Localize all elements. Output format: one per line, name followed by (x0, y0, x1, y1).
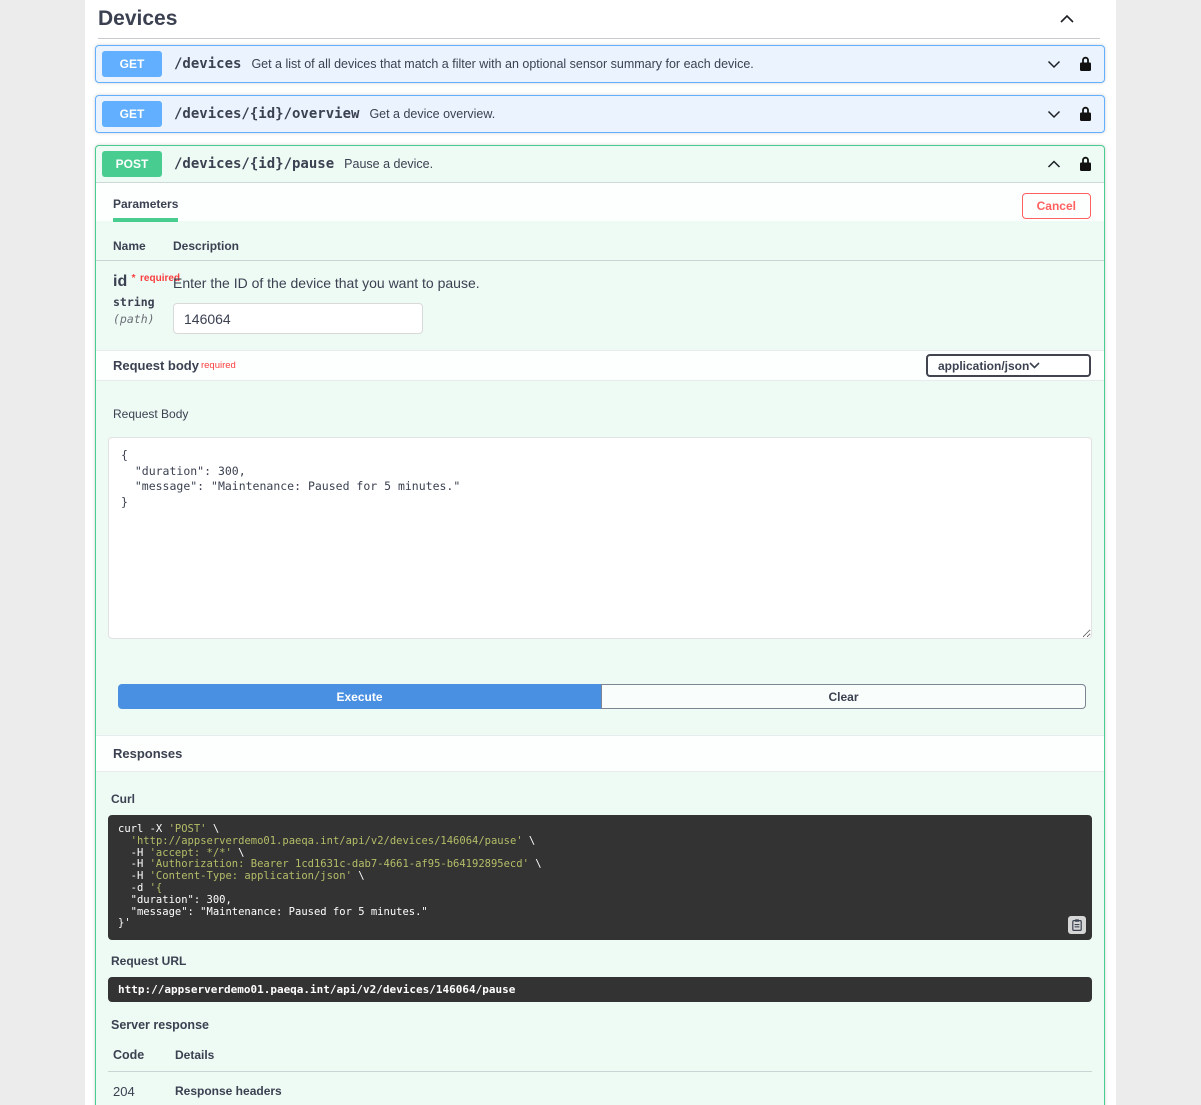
swagger-content-column: Devices GET /devices Get a list of all d… (85, 0, 1116, 1105)
server-response-label: Server response (111, 1018, 1092, 1032)
lock-icon (1079, 106, 1092, 122)
parameters-area: Name Description id * required string (p… (96, 221, 1104, 350)
name-column-header: Name (113, 239, 173, 253)
chevron-up-icon (1059, 14, 1075, 24)
content-type-value: application/json (938, 359, 1029, 373)
endpoint-path: /devices/{id}/overview (174, 106, 359, 122)
request-url-label: Request URL (111, 954, 1092, 968)
request-url-value: http://appserverdemo01.paeqa.int/api/v2/… (108, 977, 1092, 1002)
responses-title: Responses (113, 746, 182, 761)
clipboard-icon (1072, 919, 1082, 931)
section-collapse-button[interactable] (1057, 12, 1077, 26)
status-code: 204 (113, 1082, 175, 1105)
opblock-summary-post-pause[interactable]: POST /devices/{id}/pause Pause a device. (96, 146, 1104, 183)
execute-button[interactable]: Execute (118, 684, 601, 709)
param-description-cell: Enter the ID of the device that you want… (173, 273, 1091, 334)
param-name: id * required (113, 273, 173, 291)
opblock-post-pause: POST /devices/{id}/pause Pause a device. (95, 145, 1105, 1105)
auth-lock-button[interactable] (1077, 104, 1094, 124)
curl-line: -d '{ (118, 883, 1082, 895)
chevron-up-icon (1047, 160, 1061, 169)
chevron-down-icon (1029, 362, 1081, 369)
param-description: Enter the ID of the device that you want… (173, 275, 1091, 291)
curl-line: "message": "Maintenance: Paused for 5 mi… (118, 907, 1082, 919)
clear-button[interactable]: Clear (601, 684, 1086, 709)
request-body-header: Request body required application/json (96, 350, 1104, 381)
curl-line: }' (118, 918, 1082, 930)
devices-section-header: Devices (85, 0, 1105, 38)
parameters-table-header: Name Description (96, 239, 1104, 261)
param-id-input[interactable] (173, 303, 423, 334)
request-body-required-label: required (201, 360, 236, 371)
method-badge-get: GET (102, 51, 162, 77)
request-body-label: Request body (113, 358, 199, 373)
description-column-header: Description (173, 239, 1091, 253)
details-column-header: Details (175, 1048, 1092, 1062)
content-type-select[interactable]: application/json (926, 354, 1091, 377)
lock-icon (1079, 156, 1092, 172)
curl-line: 'http://appserverdemo01.paeqa.int/api/v2… (118, 836, 1082, 848)
opblock-get-devices: GET /devices Get a list of all devices t… (95, 45, 1105, 83)
endpoint-summary: Pause a device. (344, 157, 1045, 171)
curl-label: Curl (111, 792, 1092, 806)
endpoint-path: /devices (174, 56, 241, 72)
section-title: Devices (98, 7, 1057, 31)
required-star: * (132, 273, 136, 284)
response-row-204: 204 Response headers cache-control: max-… (108, 1072, 1092, 1105)
endpoint-summary: Get a device overview. (369, 107, 1045, 121)
request-body-area: Request Body { "duration": 300, "message… (96, 381, 1104, 709)
response-headers-label: Response headers (175, 1084, 1092, 1098)
execute-row: Execute Clear (118, 684, 1086, 709)
endpoint-path: /devices/{id}/pause (174, 156, 334, 172)
response-table-header: Code Details (108, 1048, 1092, 1072)
request-body-editor-label: Request Body (113, 407, 1092, 421)
curl-line: -H 'Content-Type: application/json' \ (118, 871, 1082, 883)
expand-button[interactable] (1045, 58, 1063, 71)
cancel-button[interactable]: Cancel (1022, 193, 1091, 219)
responses-section-header: Responses (96, 735, 1104, 772)
chevron-down-icon (1047, 60, 1061, 69)
opblock-summary-get-overview[interactable]: GET /devices/{id}/overview Get a device … (96, 96, 1104, 132)
opblock-summary-get-devices[interactable]: GET /devices Get a list of all devices t… (96, 46, 1104, 82)
collapse-button[interactable] (1045, 158, 1063, 171)
responses-area: Curl curl -X 'POST' \ 'http://appserverd… (96, 772, 1104, 1105)
copy-to-clipboard-button[interactable] (1068, 916, 1086, 934)
param-type: string (113, 295, 173, 309)
auth-lock-button[interactable] (1077, 54, 1094, 74)
param-location: (path) (113, 312, 173, 326)
chevron-down-icon (1047, 110, 1061, 119)
auth-lock-button[interactable] (1077, 154, 1094, 174)
section-divider (98, 38, 1100, 39)
param-name-cell: id * required string (path) (113, 273, 173, 334)
endpoint-summary: Get a list of all devices that match a f… (251, 57, 1045, 71)
response-details-cell: Response headers cache-control: max-age … (175, 1082, 1092, 1105)
opblock-get-device-overview: GET /devices/{id}/overview Get a device … (95, 95, 1105, 133)
parameters-tab-header: Parameters Cancel (96, 183, 1104, 221)
request-body-textarea[interactable]: { "duration": 300, "message": "Maintenan… (108, 437, 1092, 639)
tab-parameters[interactable]: Parameters (113, 191, 178, 222)
lock-icon (1079, 56, 1092, 72)
swagger-page: Devices GET /devices Get a list of all d… (0, 0, 1201, 1105)
expand-button[interactable] (1045, 108, 1063, 121)
param-row-id: id * required string (path) Enter the ID… (96, 261, 1104, 334)
method-badge-post: POST (102, 151, 162, 177)
method-badge-get: GET (102, 101, 162, 127)
curl-command-block: curl -X 'POST' \ 'http://appserverdemo01… (108, 815, 1092, 940)
code-column-header: Code (113, 1048, 175, 1062)
